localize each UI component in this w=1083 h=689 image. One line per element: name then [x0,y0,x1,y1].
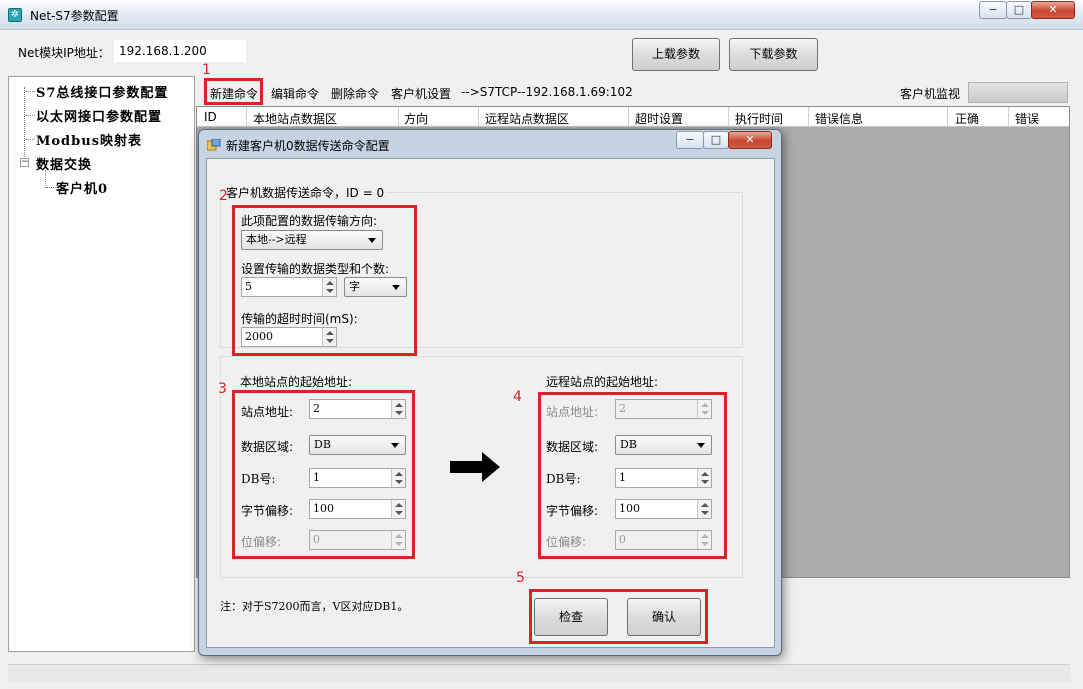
note-text: 注：对于S7200而言，V区对应DB1。 [220,600,409,613]
highlight-box-remote [538,392,727,559]
column-header[interactable]: 执行时间 [735,110,783,127]
remote-address-title: 远程站点的起始地址: [546,375,659,389]
tree-item-data-exchange[interactable]: 数据交换 [36,154,92,173]
status-strip [8,664,1070,682]
annotation-number: 2 [219,188,228,204]
ip-label: Net模块IP地址： [18,46,110,60]
collapse-icon[interactable]: − [20,158,29,167]
tree-item-modbus[interactable]: Modbus映射表 [36,130,142,149]
column-header[interactable]: 方向 [404,110,428,127]
download-params-button[interactable]: 下载参数 [729,38,818,71]
close-button[interactable]: ✕ [1031,1,1075,19]
column-header[interactable]: 错误 [1015,110,1039,127]
tree-item-s7-bus[interactable]: S7总线接口参数配置 [36,82,168,101]
local-address-title: 本地站点的起始地址: [240,375,353,389]
tree-item-ethernet[interactable]: 以太网接口参数配置 [36,106,162,125]
menu-delete-command[interactable]: 删除命令 [331,85,379,102]
tree-item-client0[interactable]: 客户机0 [56,178,108,197]
highlight-box-settings [232,205,417,356]
app-icon: ✲ [8,8,22,22]
monitor-label: 客户机监视 [900,87,961,101]
group-title: 客户机数据传送命令，ID = 0 [224,184,387,201]
dialog-maximize-button[interactable]: □ [703,131,729,149]
highlight-box-buttons [529,589,708,644]
minimize-button[interactable]: − [979,1,1007,19]
connection-info: -->S7TCP--192.168.1.69:102 [461,85,633,99]
maximize-button[interactable]: □ [1006,1,1032,19]
column-header[interactable]: 超时设置 [635,110,683,127]
dialog-minimize-button[interactable]: − [676,131,704,149]
annotation-number: 5 [516,570,525,586]
column-header[interactable]: 错误信息 [815,110,863,127]
right-arrow-icon [450,452,500,482]
column-header[interactable]: 远程站点数据区 [485,110,569,127]
dialog-form-icon [207,139,221,151]
column-header[interactable]: 本地站点数据区 [253,110,337,127]
annotation-number: 4 [513,389,522,405]
ip-address-field[interactable]: 192.168.1.200 [114,40,246,62]
annotation-number: 1 [202,62,211,78]
upload-params-button[interactable]: 上载参数 [632,38,720,71]
menu-client-settings[interactable]: 客户机设置 [391,85,451,102]
highlight-box-local [232,390,415,559]
dialog-close-button[interactable]: ✕ [728,131,772,149]
window-title: Net-S7参数配置 [30,9,119,23]
title-bar [0,0,1083,30]
highlight-box-new-command [204,78,263,105]
annotation-number: 3 [218,381,227,397]
menu-edit-command[interactable]: 编辑命令 [271,85,319,102]
dialog-title: 新建客户机0数据传送命令配置 [226,139,390,153]
column-header[interactable]: ID [204,110,217,124]
monitor-progress-bar [968,82,1068,103]
column-header[interactable]: 正确 [955,110,979,127]
